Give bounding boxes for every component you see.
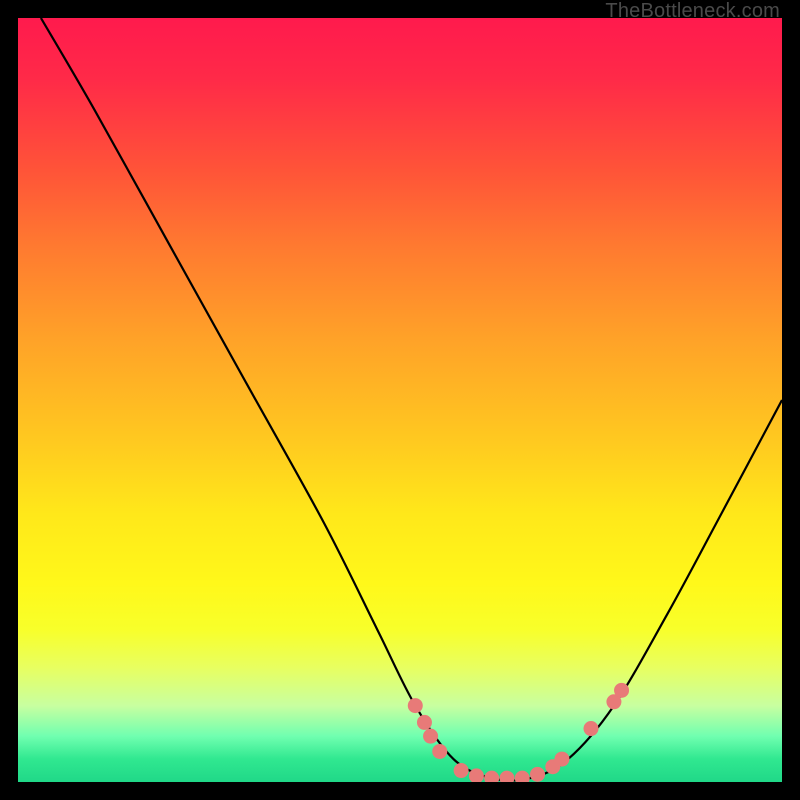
chart-frame: TheBottleneck.com xyxy=(0,0,800,800)
curve-markers xyxy=(408,683,629,782)
data-point xyxy=(408,698,423,713)
data-point xyxy=(454,763,469,778)
data-point xyxy=(417,715,432,730)
data-point xyxy=(530,767,545,782)
data-point xyxy=(614,683,629,698)
bottleneck-curve xyxy=(41,18,782,781)
data-point xyxy=(584,721,599,736)
curve-layer xyxy=(18,18,782,782)
data-point xyxy=(515,771,530,782)
data-point xyxy=(499,771,514,782)
data-point xyxy=(423,729,438,744)
plot-area xyxy=(18,18,782,782)
data-point xyxy=(432,744,447,759)
data-point xyxy=(554,752,569,767)
data-point xyxy=(484,771,499,782)
